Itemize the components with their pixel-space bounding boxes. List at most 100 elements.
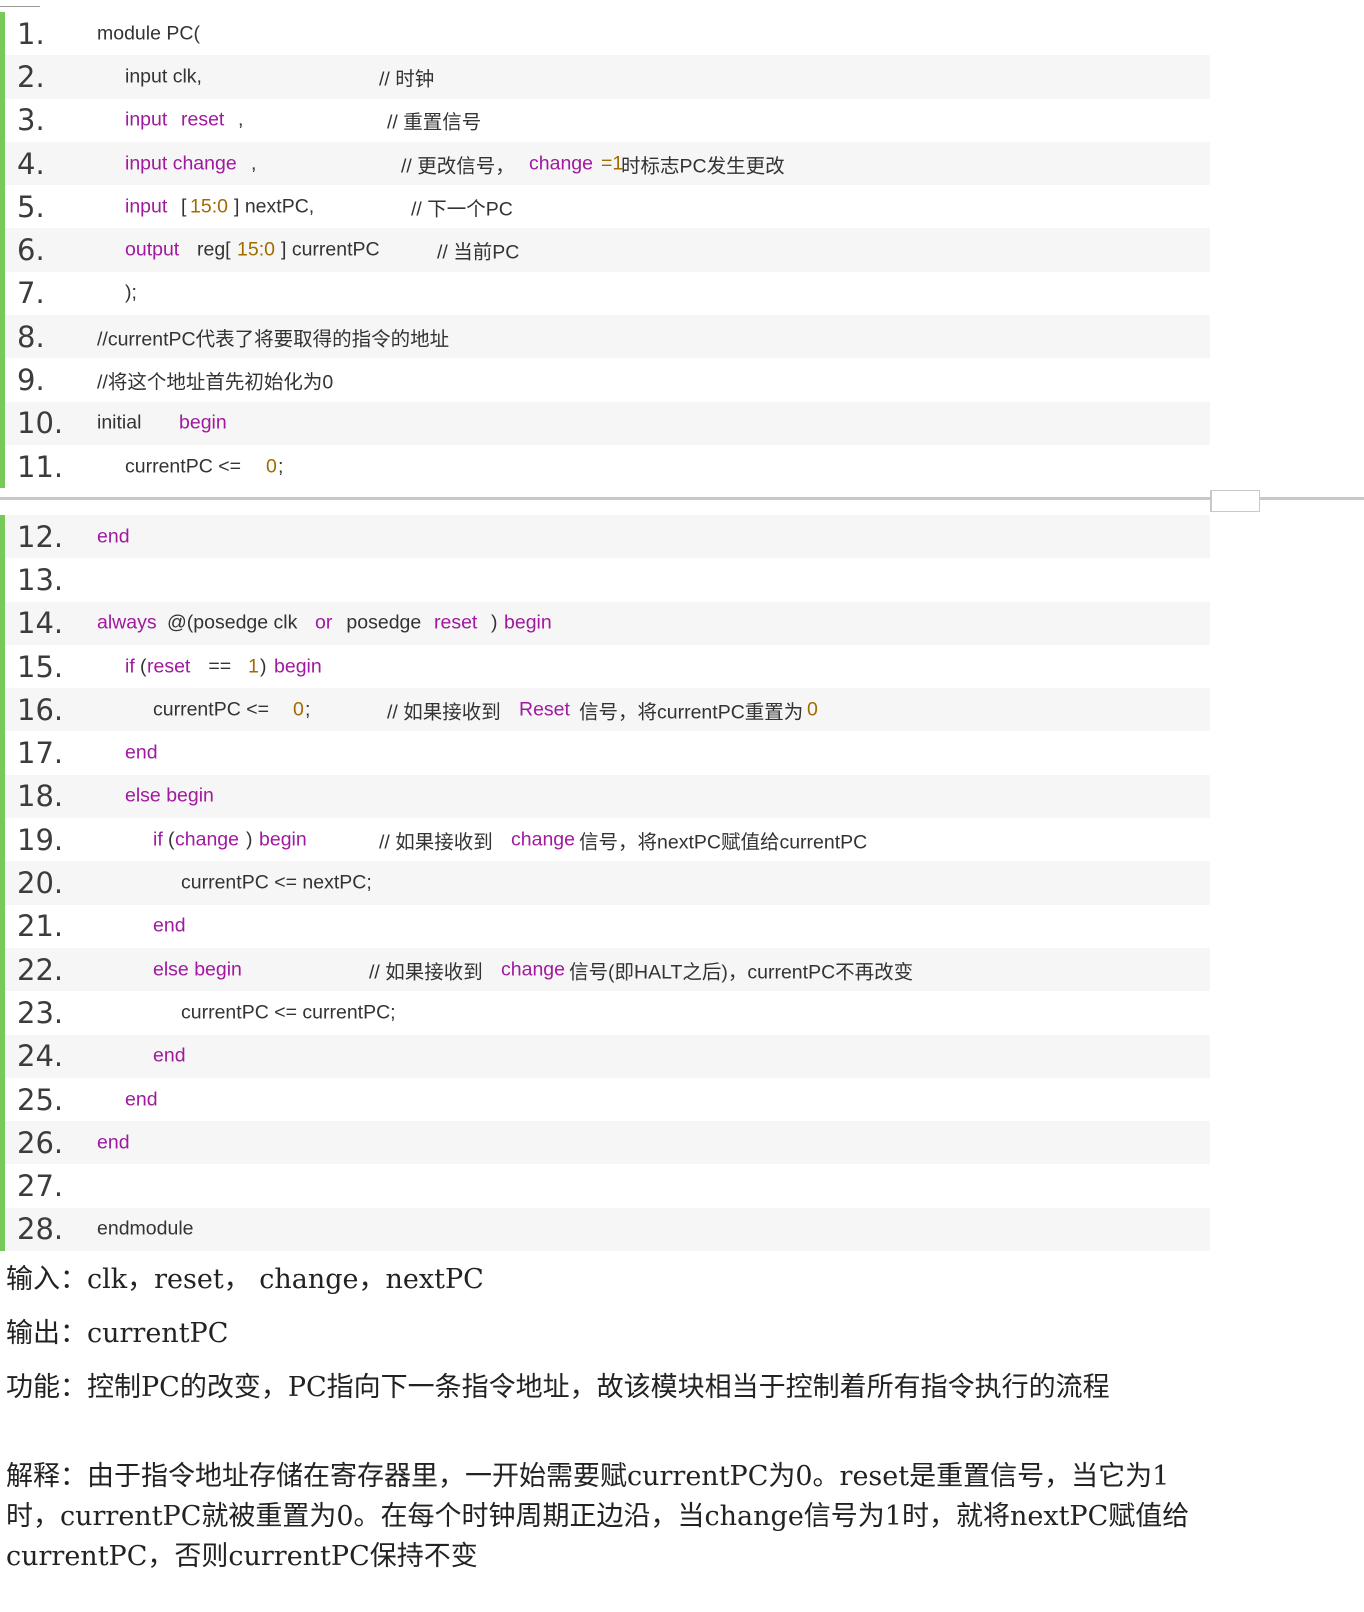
line-number: 16. [17,692,64,727]
code-text: input [15:0] nextPC, // 下一个PC [97,185,1210,228]
code-token: end [153,914,186,937]
code-token: ) [260,655,272,678]
line-number: 7. [17,276,45,311]
line-number: 25. [17,1082,64,1117]
line-number: 23. [17,995,64,1030]
code-line: 7.); [0,271,1210,316]
code-token: 时标志PC发生更改 [621,155,785,178]
code-token: , [251,152,257,175]
line-number: 19. [17,822,64,857]
code-line: 13. [0,558,1210,602]
code-text: initial begin [97,402,1210,445]
code-token: end [125,741,158,764]
code-text: end [97,515,1210,558]
code-text: end [97,731,1210,774]
line-number: 18. [17,779,64,814]
code-line: 16. currentPC <= 0; // 如果接收到 Reset 信号，将curre… [0,688,1210,732]
code-token: change [501,958,565,981]
code-token: // 如果接收到 [387,701,501,724]
code-text: input change, // 更改信号， change =1 时标志PC发生更改 [97,142,1210,185]
code-token: end [97,525,130,548]
code-line: 2. input clk, // 时钟 [0,55,1210,99]
code-token: 0 [266,455,277,478]
line-number: 12. [17,519,64,554]
code-text: output reg[15:0] currentPC // 当前PC [97,228,1210,271]
input-description: 输入：clk，reset， change，nextPC [6,1264,484,1295]
code-token: // 时钟 [379,68,435,91]
code-token: ( [168,828,175,851]
code-token: 信号(即HALT之后)，currentPC不再改变 [569,961,914,984]
code-token: input change [125,152,237,175]
code-text: //currentPC代表了将要取得的指令的地址 [97,315,1210,358]
code-line: 27. [0,1164,1210,1208]
code-token: ] currentPC [281,238,380,261]
line-number: 5. [17,189,45,224]
code-text: end [97,1078,1210,1121]
code-text: end [97,1121,1210,1164]
code-line: 10. initial begin [0,401,1210,445]
line-number: 26. [17,1125,64,1160]
code-token: 15:0 [190,195,228,218]
code-text: currentPC <= 0; [97,445,1210,488]
page-divider [0,497,1364,500]
code-line: 4. input change, // 更改信号， change =1 时标志PC发生更改 [0,141,1210,186]
code-text: if(change) begin// 如果接收到 change 信号，将nextPC… [97,818,1210,861]
line-number: 14. [17,606,64,641]
code-text: always @(posedge clk or posedge reset) be… [97,602,1210,645]
code-token: currentPC <= [153,698,275,721]
line-number: 24. [17,1039,64,1074]
code-token: =1 [601,152,624,175]
line-number: 21. [17,909,64,944]
code-token: // 如果接收到 [379,831,493,854]
code-text: input reset, // 重置信号 [97,99,1210,142]
code-token: change [529,152,593,175]
code-token: , [238,108,244,131]
code-token: if [153,828,163,851]
code-token: currentPC <= currentPC; [181,1001,396,1024]
code-token: reset [147,655,191,678]
code-token: @(posedge clk [167,611,303,634]
code-token: 1 [248,655,259,678]
code-token: change [511,828,575,851]
code-token: begin [259,828,307,851]
code-text: input clk, // 时钟 [97,55,1210,98]
code-line: 14. always @(posedge clk or posedge reset)… [0,601,1210,645]
code-line: 25. end [0,1077,1210,1122]
code-token: begin [274,655,322,678]
code-line: 5. input [15:0] nextPC, // 下一个PC [0,185,1210,229]
code-text: endmodule [97,1208,1210,1251]
code-token: //currentPC代表了将要取得的指令的地址 [97,328,450,351]
code-token: end [97,1131,130,1154]
code-token: input [125,195,168,218]
code-token: currentPC <= nextPC; [181,871,372,894]
code-line: 24. end [0,1034,1210,1078]
code-token: Reset [519,698,570,721]
code-line: 3. input reset, // 重置信号 [0,98,1210,142]
code-line: 23. currentPC <= currentPC; [0,991,1210,1035]
line-number: 3. [17,103,45,138]
code-text: currentPC <= 0; // 如果接收到 Reset 信号，将currentP… [97,688,1210,731]
code-token: ) [246,828,258,851]
function-description: 功能：控制PC的改变，PC指向下一条指令地址，故该模块相当于控制着所有指令执行的… [6,1372,1110,1403]
code-token: module PC( [97,22,200,45]
code-token: currentPC <= [125,455,247,478]
code-text: //将这个地址首先初始化为0 [97,358,1210,401]
code-token: ; [305,698,311,721]
code-token: endmodule [97,1217,194,1240]
code-token: begin [179,411,227,434]
code-line: 20. currentPC <= nextPC; [0,861,1210,905]
code-token: 0 [807,698,818,721]
code-token: 信号，将nextPC赋值给currentPC [579,831,868,854]
code-line: 11. currentPC <= 0; [0,444,1210,489]
line-number: 17. [17,736,64,771]
code-line: 8. //currentPC代表了将要取得的指令的地址 [0,315,1210,359]
code-text: ); [97,272,1210,315]
code-token: 信号，将currentPC重置为 [579,701,804,724]
line-number: 9. [17,363,45,398]
code-token: 15:0 [237,238,275,261]
line-number: 8. [17,319,45,354]
code-text: else begin [97,775,1210,818]
code-token: posedge [341,611,427,634]
code-token: input [125,108,173,131]
